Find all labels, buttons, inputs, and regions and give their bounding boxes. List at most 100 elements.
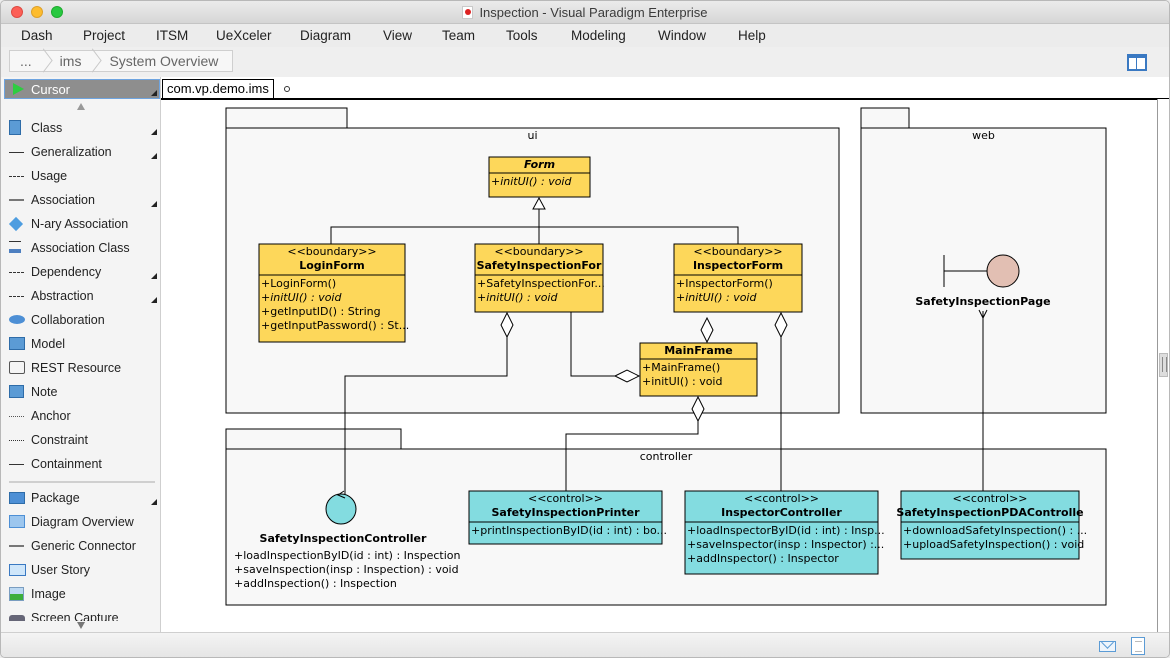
diagram-toolbar-palette: Cursor Class Generalization Usage Associati… bbox=[1, 77, 161, 632]
palette-item-label: Note bbox=[31, 385, 58, 399]
palette-item-screen-capture[interactable]: Screen Capture bbox=[1, 607, 161, 621]
class-diagram[interactable]: ui webcontrollerForm+initUI() : void<<bou… bbox=[161, 77, 1157, 632]
breadcrumb-separator bbox=[89, 51, 99, 71]
edit-note-icon[interactable] bbox=[1131, 637, 1145, 655]
menu-help[interactable]: Help bbox=[738, 28, 766, 43]
class-loginform[interactable]: <<boundary>>LoginForm +LoginForm()+initUI… bbox=[258, 243, 409, 343]
generic-connector-icon bbox=[9, 545, 24, 547]
palette-item-anchor[interactable]: Anchor bbox=[1, 405, 161, 427]
palette-item-package[interactable]: Package bbox=[1, 487, 161, 509]
palette-item-dependency[interactable]: Dependency bbox=[1, 261, 161, 283]
diagram-canvas-area: com.vp.demo.ims ui web controller Form +init… bbox=[161, 77, 1169, 632]
menu-diagram[interactable]: Diagram bbox=[300, 28, 351, 43]
palette-item-label: Containment bbox=[31, 457, 102, 471]
image-icon bbox=[9, 587, 24, 601]
palette-item-usage[interactable]: Usage bbox=[1, 165, 161, 187]
class-safetyinspectionfor[interactable]: <<boundary>>SafetyInspectionFor +SafetyIn… bbox=[474, 243, 605, 313]
menu-uexceler[interactable]: UeXceler bbox=[216, 28, 272, 43]
class-operation: +printInspectionByID(id : int) : bo... bbox=[471, 524, 667, 537]
menu-view[interactable]: View bbox=[383, 28, 412, 43]
palette-item-label: Anchor bbox=[31, 409, 71, 423]
abstraction-icon bbox=[9, 296, 24, 297]
submenu-corner-icon[interactable] bbox=[151, 153, 157, 159]
palette-item-note[interactable]: Note bbox=[1, 381, 161, 403]
menu-modeling[interactable]: Modeling bbox=[571, 28, 626, 43]
breadcrumb-bar: ... ims System Overview bbox=[1, 47, 1169, 77]
class-stereotype: <<control>> bbox=[744, 492, 819, 505]
palette-item-class[interactable]: Class bbox=[1, 117, 161, 139]
boundary-circle bbox=[986, 254, 1020, 288]
package-icon bbox=[9, 492, 25, 504]
breadcrumb-separator bbox=[40, 51, 50, 71]
palette-item-cursor[interactable]: Cursor bbox=[4, 79, 160, 99]
note-icon bbox=[9, 385, 24, 398]
window-title: Inspection - Visual Paradigm Enterprise bbox=[1, 5, 1169, 20]
palette-item-constraint[interactable]: Constraint bbox=[1, 429, 161, 451]
class-operation: +MainFrame() bbox=[642, 361, 720, 374]
class-operation: +saveInspector(insp : Inspector) :... bbox=[687, 538, 884, 551]
class-stereotype: <<control>> bbox=[953, 492, 1028, 505]
menu-dash[interactable]: Dash bbox=[21, 28, 53, 43]
palette-scroll-down-icon[interactable] bbox=[77, 622, 85, 629]
class-inspectorcontroller[interactable]: <<control>>InspectorController +loadInspe… bbox=[684, 490, 885, 575]
palette-item-abstraction[interactable]: Abstraction bbox=[1, 285, 161, 307]
palette-item-generalization[interactable]: Generalization bbox=[1, 141, 161, 163]
class-operation: +SafetyInspectionFor... bbox=[477, 277, 605, 290]
palette-item-label: Association bbox=[31, 193, 95, 207]
palette-scroll-up-icon[interactable] bbox=[77, 103, 85, 110]
class-name: LoginForm bbox=[299, 259, 365, 272]
mail-icon[interactable] bbox=[1099, 641, 1116, 652]
palette-item-label: Class bbox=[31, 121, 63, 135]
breadcrumb: ... ims System Overview bbox=[9, 50, 234, 72]
submenu-corner-icon[interactable] bbox=[151, 273, 157, 279]
palette-item-association-class[interactable]: Association Class bbox=[1, 237, 161, 259]
rest-resource-icon bbox=[9, 361, 25, 374]
vertical-scrollbar[interactable] bbox=[1157, 99, 1169, 632]
palette-item-label: Usage bbox=[31, 169, 68, 183]
control-operation: +loadInspectionByID(id : int) : Inspecti… bbox=[234, 549, 461, 562]
palette-item-collaboration[interactable]: Collaboration bbox=[1, 309, 161, 331]
class-operation: +initUI() : void bbox=[676, 291, 757, 304]
submenu-corner-icon[interactable] bbox=[151, 129, 157, 135]
class-operation: +getInputID() : String bbox=[261, 305, 381, 318]
palette-item-association[interactable]: Association bbox=[1, 189, 161, 211]
package-name: ui bbox=[527, 129, 537, 142]
class-name: SafetyInspectionFor bbox=[477, 259, 602, 272]
palette-item-label: Association Class bbox=[31, 241, 130, 255]
package-tab bbox=[860, 107, 910, 129]
palette-item-label: Dependency bbox=[31, 265, 102, 279]
submenu-corner-icon[interactable] bbox=[151, 201, 157, 207]
class-operation: +initUI() : void bbox=[261, 291, 342, 304]
menu-tools[interactable]: Tools bbox=[506, 28, 538, 43]
palette-item-diagram-overview[interactable]: Diagram Overview bbox=[1, 511, 161, 533]
palette-item-containment[interactable]: Containment bbox=[1, 453, 161, 475]
palette-item-image[interactable]: Image bbox=[1, 583, 161, 605]
menu-window[interactable]: Window bbox=[658, 28, 706, 43]
palette-item-n-ary-association[interactable]: N-ary Association bbox=[1, 213, 161, 235]
breadcrumb-item-system-overview[interactable]: System Overview bbox=[99, 51, 232, 71]
anchor-icon bbox=[9, 416, 24, 417]
submenu-corner-icon bbox=[151, 90, 157, 96]
class-operation: +uploadSafetyInspection() : void bbox=[903, 538, 1084, 551]
class-inspectorform[interactable]: <<boundary>>InspectorForm +InspectorForm(… bbox=[673, 243, 803, 313]
class-form[interactable]: Form +initUI() : void bbox=[488, 156, 591, 198]
palette-item-user-story[interactable]: User Story bbox=[1, 559, 161, 581]
menu-team[interactable]: Team bbox=[442, 28, 475, 43]
palette-item-model[interactable]: Model bbox=[1, 333, 161, 355]
diagram-layout-icon[interactable] bbox=[1127, 54, 1147, 71]
menu-project[interactable]: Project bbox=[83, 28, 125, 43]
class-stereotype: <<control>> bbox=[528, 492, 603, 505]
cursor-arrow-icon bbox=[13, 83, 24, 95]
submenu-corner-icon[interactable] bbox=[151, 297, 157, 303]
menu-itsm[interactable]: ITSM bbox=[156, 28, 188, 43]
palette-item-rest-resource[interactable]: REST Resource bbox=[1, 357, 161, 379]
palette-item-generic-connector[interactable]: Generic Connector bbox=[1, 535, 161, 557]
class-operation: +downloadSafetyInspection() : ... bbox=[903, 524, 1087, 537]
control-operation: +addInspection() : Inspection bbox=[234, 577, 397, 590]
class-mainframe[interactable]: MainFrame +MainFrame()+initUI() : void bbox=[639, 342, 758, 397]
control-operation: +saveInspection(insp : Inspection) : voi… bbox=[234, 563, 459, 576]
scrollbar-thumb[interactable] bbox=[1159, 353, 1168, 377]
submenu-corner-icon[interactable] bbox=[151, 499, 157, 505]
class-safetyinspectionprinter[interactable]: <<control>>SafetyInspectionPrinter +print… bbox=[468, 490, 667, 545]
class-safetyinspectionpdacontrolle[interactable]: <<control>>SafetyInspectionPDAControlle +… bbox=[896, 490, 1087, 560]
